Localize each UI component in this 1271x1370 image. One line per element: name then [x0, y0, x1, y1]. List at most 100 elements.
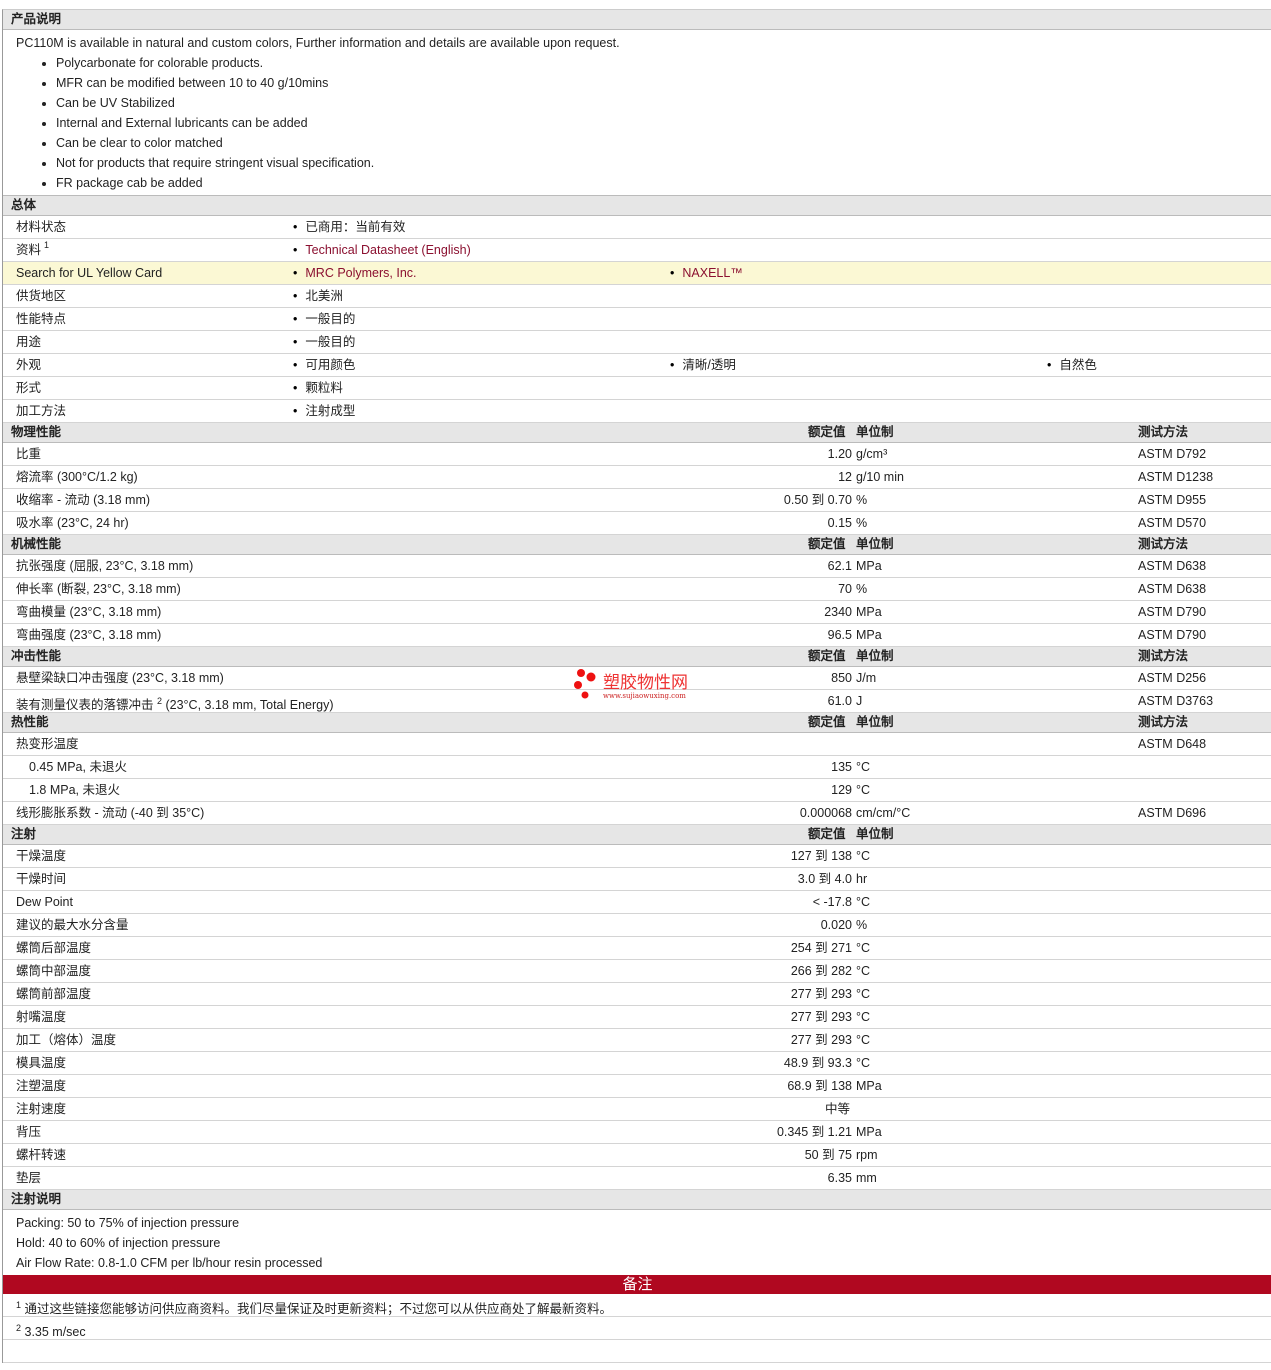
- row-label: 资料: [16, 243, 42, 257]
- link-item[interactable]: MRC Polymers, Inc.: [293, 262, 416, 284]
- property-unit: %: [856, 918, 868, 932]
- section-title: 总体: [11, 198, 37, 212]
- property-label: Dew Point: [16, 895, 73, 909]
- property-test: ASTM D3763: [1138, 694, 1214, 708]
- value-item: 北美洲: [293, 285, 343, 307]
- remark-row: 1 通过这些链接您能够访问供应商资料。我们尽量保证及时更新资料；不过您可以从供应…: [3, 1294, 1271, 1317]
- property-value: 0.000068: [799, 806, 852, 820]
- property-unit: °C: [856, 849, 871, 863]
- property-unit: J: [856, 694, 863, 708]
- property-unit: MPa: [856, 628, 882, 642]
- remark-text: 通过这些链接您能够访问供应商资料。我们尽量保证及时更新资料；不过您可以从供应商处…: [24, 1302, 613, 1317]
- row-label: 用途: [16, 335, 42, 349]
- value-item: 清晰/透明: [670, 354, 735, 376]
- property-row: 1.8 MPa, 未退火 129 °C: [3, 779, 1271, 802]
- column-nominal: 额定值: [808, 827, 846, 841]
- property-row: 螺杆转速 50 到 75 rpm: [3, 1144, 1271, 1167]
- property-test: ASTM D792: [1138, 447, 1207, 461]
- row-label: 性能特点: [16, 312, 67, 326]
- property-label: 模具温度: [16, 1056, 67, 1070]
- column-unit: 单位制: [856, 649, 894, 663]
- column-nominal: 额定值: [808, 537, 846, 551]
- property-value: 135: [831, 760, 852, 774]
- watermark-logo: 塑胶物性网 www.sujiaowuxing.com: [573, 668, 703, 705]
- property-unit: MPa: [856, 1125, 882, 1139]
- property-row: 收缩率 - 流动 (3.18 mm) 0.50 到 0.70% ASTM D955: [3, 489, 1271, 512]
- property-row: 弯曲模量 (23°C, 3.18 mm) 2340 MPa ASTM D790: [3, 601, 1271, 624]
- property-label: 热变形温度: [16, 737, 79, 751]
- remarks-list: 1 通过这些链接您能够访问供应商资料。我们尽量保证及时更新资料；不过您可以从供应…: [3, 1294, 1271, 1340]
- property-row: 热变形温度 ASTM D648: [3, 733, 1271, 756]
- general-row: 性能特点 一般目的: [3, 308, 1271, 331]
- section-header-injection-notes: 注射说明: [3, 1190, 1271, 1210]
- column-unit: 单位制: [856, 537, 894, 551]
- section-header-description: 产品说明: [3, 10, 1271, 30]
- property-row: 线形膨胀系数 - 流动 (-40 到 35°C) 0.000068 cm/cm/°C…: [3, 802, 1271, 825]
- section-title: 物理性能: [11, 425, 62, 439]
- property-value: 96.5: [827, 628, 852, 642]
- property-label: 加工（熔体）温度: [16, 1033, 117, 1047]
- injection-note-line: Hold: 40 to 60% of injection pressure: [16, 1236, 221, 1250]
- section-title: 机械性能: [11, 537, 62, 551]
- section-header: 热性能 额定值 单位制 测试方法: [3, 713, 1271, 733]
- property-unit: °C: [856, 1056, 871, 1070]
- property-value: 277 到 293: [790, 1033, 852, 1047]
- property-unit: MPa: [856, 559, 882, 573]
- property-unit: cm/cm/°C: [856, 806, 911, 820]
- property-row: 弯曲强度 (23°C, 3.18 mm) 96.5 MPa ASTM D790: [3, 624, 1271, 647]
- property-row: 背压 0.345 到 1.21 MPa: [3, 1121, 1271, 1144]
- value-item: 可用颜色: [293, 354, 355, 376]
- column-test-method: 测试方法: [1138, 649, 1189, 663]
- property-label: 建议的最大水分含量: [16, 918, 129, 932]
- property-row: 吸水率 (23°C, 24 hr) 0.15% ASTM D570: [3, 512, 1271, 535]
- general-row: 外观 可用颜色 清晰/透明 自然色: [3, 354, 1271, 377]
- property-test: ASTM D696: [1138, 806, 1207, 820]
- section-header: 机械性能 额定值 单位制 测试方法: [3, 535, 1271, 555]
- row-label: Search for UL Yellow Card: [16, 266, 163, 280]
- section-header: 注射 额定值 单位制: [3, 825, 1271, 845]
- column-unit: 单位制: [856, 827, 894, 841]
- property-value: 266 到 282: [790, 964, 852, 978]
- property-unit: 中等: [825, 1102, 851, 1116]
- property-label: 线形膨胀系数 - 流动 (-40 到 35°C): [16, 806, 205, 820]
- link-item[interactable]: Technical Datasheet (English): [293, 239, 470, 261]
- property-value: 0.15: [827, 516, 852, 530]
- property-unit: mm: [856, 1171, 877, 1185]
- property-row: 模具温度 48.9 到 93.3 °C: [3, 1052, 1271, 1075]
- row-label: 形式: [16, 381, 42, 395]
- property-label: 伸长率 (断裂, 23°C, 3.18 mm): [16, 582, 181, 596]
- property-unit: °C: [856, 1033, 871, 1047]
- property-label: 注塑温度: [16, 1079, 67, 1093]
- description-block: PC110M is available in natural and custo…: [3, 30, 1271, 196]
- general-table: 材料状态 已商用：当前有效资料1 Technical Datasheet (Engl…: [3, 216, 1271, 423]
- property-label: 螺杆转速: [16, 1148, 67, 1162]
- section-title: 产品说明: [11, 12, 62, 26]
- row-label: 供货地区: [16, 289, 67, 303]
- value-item: 一般目的: [293, 331, 355, 353]
- property-value: 127 到 138: [790, 849, 852, 863]
- general-row: Search for UL Yellow Card MRC Polymers, I…: [3, 262, 1271, 285]
- general-row: 供货地区 北美洲: [3, 285, 1271, 308]
- property-label: 弯曲模量 (23°C, 3.18 mm): [16, 605, 162, 619]
- section-header: 物理性能 额定值 单位制 测试方法: [3, 423, 1271, 443]
- row-label: 外观: [16, 358, 42, 372]
- property-label: 注射速度: [16, 1102, 67, 1116]
- property-value: 68.9 到 138: [787, 1079, 852, 1093]
- property-label: 背压: [16, 1125, 42, 1139]
- svg-text:塑胶物性网: 塑胶物性网: [603, 673, 688, 693]
- property-value: 254 到 271: [790, 941, 852, 955]
- description-bullet: Polycarbonate for colorable products.: [56, 53, 1271, 73]
- footnote-marker: 1: [44, 240, 50, 250]
- property-unit: %: [856, 493, 868, 507]
- description-intro: PC110M is available in natural and custo…: [16, 36, 620, 50]
- link-item[interactable]: NAXELL™: [670, 262, 742, 284]
- property-unit: hr: [856, 872, 868, 886]
- property-test: ASTM D790: [1138, 628, 1207, 642]
- property-unit: °C: [856, 987, 871, 1001]
- property-label: 抗张强度 (屈服, 23°C, 3.18 mm): [16, 559, 194, 573]
- property-test: ASTM D790: [1138, 605, 1207, 619]
- property-value: 2340: [824, 605, 852, 619]
- footnote-marker: 1: [16, 1300, 22, 1310]
- property-value: 50 到 75: [804, 1148, 852, 1162]
- property-unit: %: [856, 582, 868, 596]
